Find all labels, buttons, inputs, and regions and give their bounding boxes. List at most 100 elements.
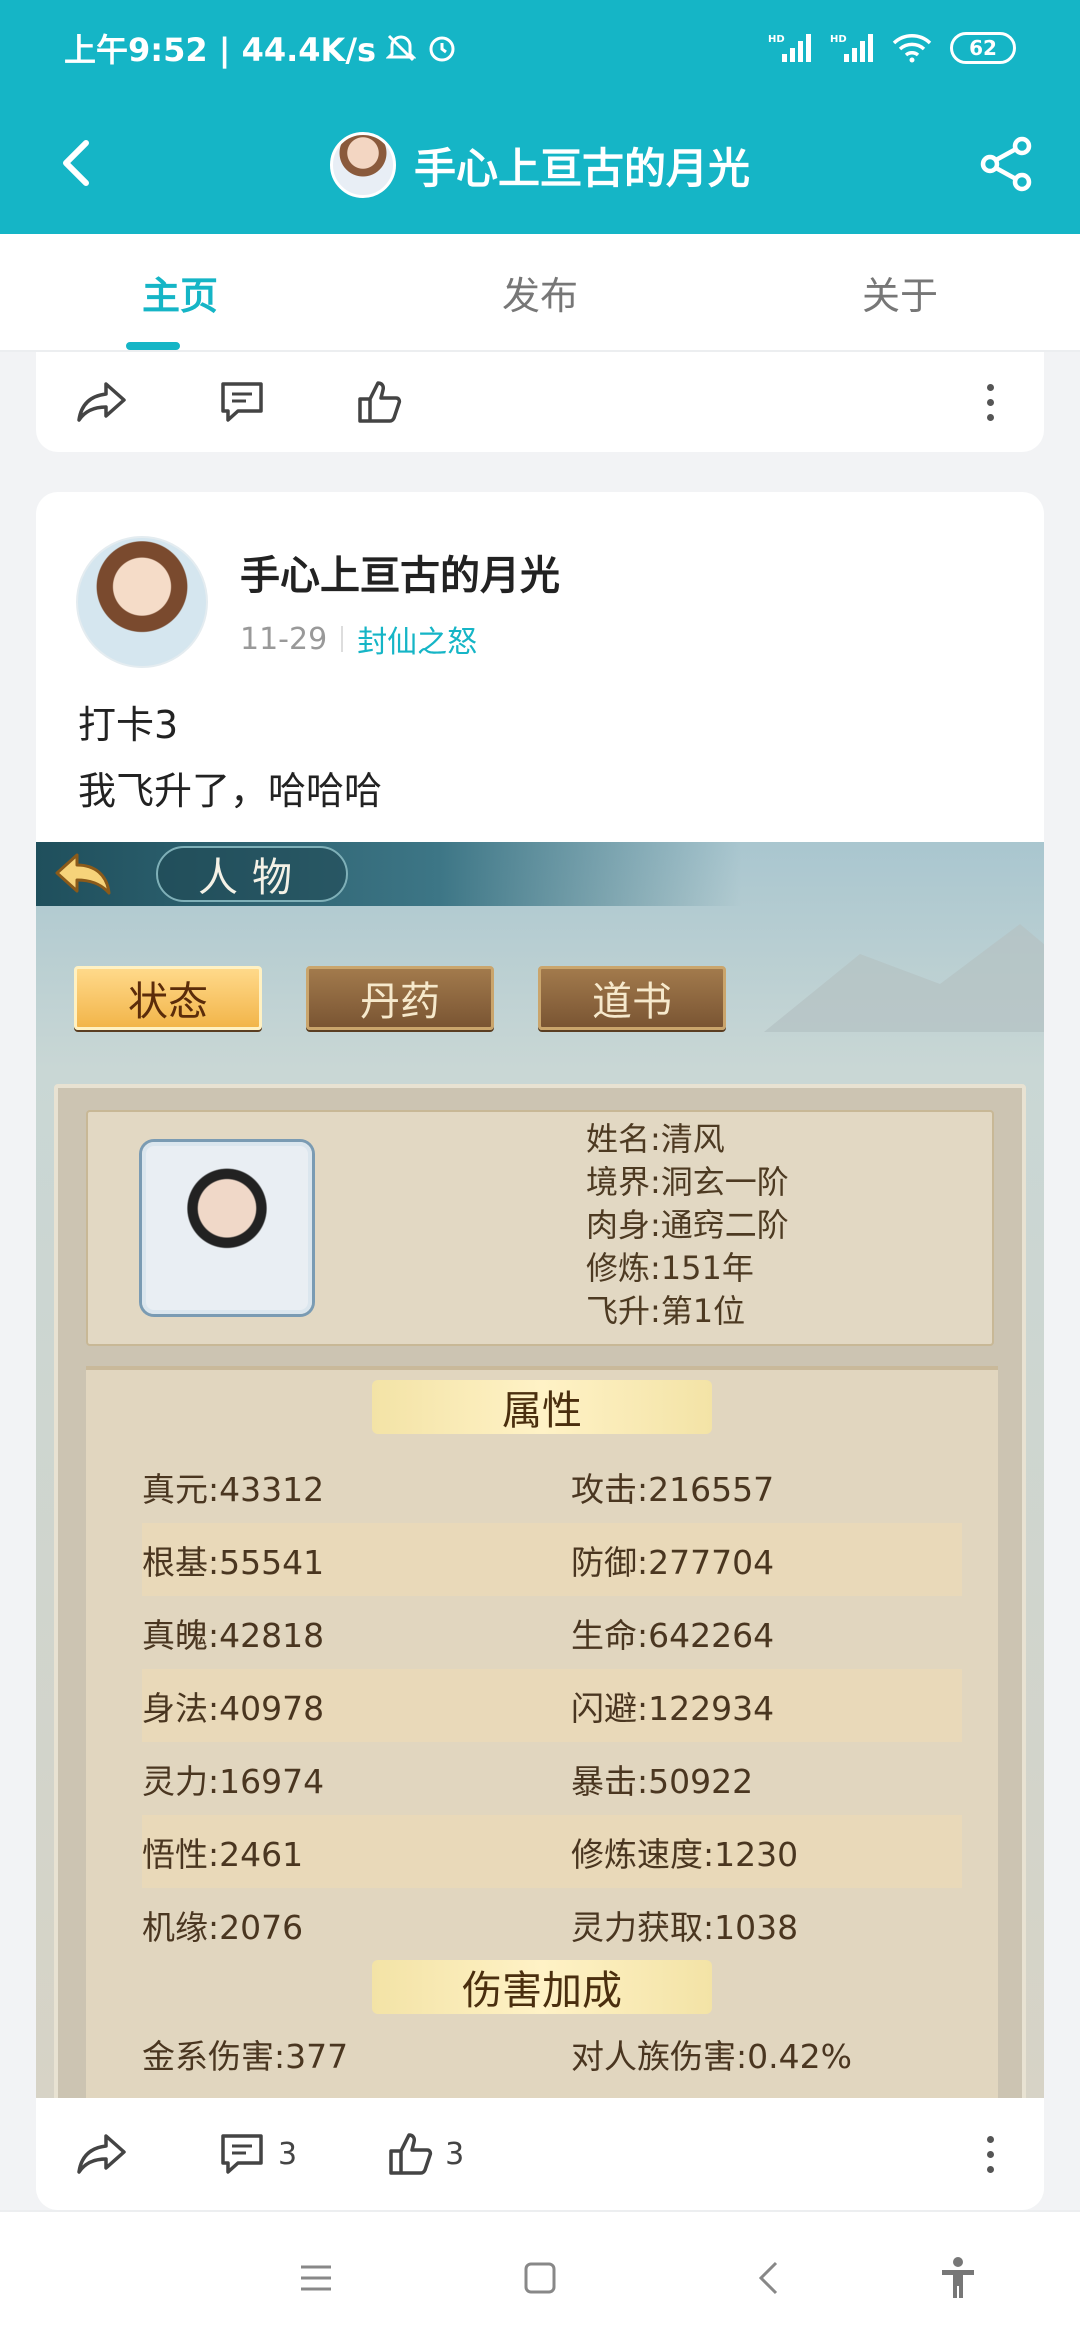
stat-row: 机缘:2076 灵力获取:1038 [142, 1888, 962, 1961]
stat-row: 根基:55541 防御:277704 [142, 1523, 962, 1596]
share-button[interactable] [968, 126, 1044, 202]
meta-divider [341, 626, 344, 652]
system-nav-bar [0, 2210, 1080, 2340]
forward-icon [77, 2134, 126, 2174]
more-options-button[interactable] [977, 374, 1004, 431]
status-bar: 上午9:52 | 44.4K/s HD HD 62 [0, 0, 1080, 96]
stat-right: 暴击:50922 [571, 1761, 754, 1801]
accessibility-button[interactable] [928, 2248, 988, 2308]
like-count: 3 [445, 2136, 465, 2172]
svg-text:HD: HD [830, 34, 847, 45]
section-title-damage: 伤害加成 [372, 1960, 712, 2014]
stat-left: 悟性:2461 [142, 1834, 304, 1874]
forward-button[interactable] [76, 380, 128, 424]
home-square-icon [524, 2262, 556, 2294]
tab-about[interactable]: 关于 [720, 234, 1080, 350]
stat-left: 机缘:2076 [142, 1907, 304, 1947]
stat-right: 生命:642264 [571, 1615, 775, 1655]
previous-post-card [36, 352, 1044, 452]
wifi-icon [892, 33, 932, 63]
svg-text:HD: HD [768, 34, 785, 45]
tab-home[interactable]: 主页 [0, 234, 360, 350]
tab-publish[interactable]: 发布 [360, 234, 720, 350]
stat-right: 修炼速度:1230 [571, 1834, 799, 1874]
page-title: 手心上亘古的月光 [413, 143, 750, 193]
menu-icon [301, 2265, 331, 2291]
share-icon [980, 136, 1032, 192]
comment-count: 3 [278, 2136, 298, 2172]
accessibility-icon [942, 2257, 974, 2298]
thumbs-up-icon [389, 2133, 433, 2175]
character-info: 姓名:清风 境界:洞玄一阶 肉身:通窍二阶 修炼:151年 飞升:第1位 [586, 1118, 789, 1333]
stat-left: 真元:43312 [142, 1469, 325, 1509]
mute-icon [386, 32, 417, 64]
comment-button[interactable] [218, 379, 266, 425]
char-realm: 境界:洞玄一阶 [586, 1163, 789, 1201]
back-chevron-icon [758, 2261, 778, 2295]
forward-icon [77, 382, 126, 422]
post-image[interactable]: 人物 状态 丹药 道书 姓名:清风 境界:洞玄一阶 肉身:通窍二阶 修炼:151… [36, 842, 1044, 2098]
post-text-line: 我飞升了，哈哈哈 [78, 769, 383, 813]
attribute-scroll: 属性 真元:43312 攻击:216557 根基:55541 防御:277704 真… [86, 1366, 998, 2098]
stat-right: 闪避:122934 [571, 1688, 775, 1728]
post-card: 手心上亘古的月光 11-29 封仙之怒 打卡3 我飞升了，哈哈哈 人物 状态 丹… [36, 492, 1044, 2210]
post-body: 打卡3 我飞升了，哈哈哈 [78, 692, 382, 824]
damage-row: 金系伤害:377 对人族伤害:0.42% [142, 2030, 962, 2078]
post-header: 手心上亘古的月光 11-29 封仙之怒 [76, 536, 560, 668]
post-date: 11-29 [240, 621, 328, 657]
stat-row: 真元:43312 攻击:216557 [142, 1450, 962, 1523]
character-portrait [142, 1142, 312, 1314]
stat-right: 防御:277704 [571, 1542, 775, 1582]
stat-row: 灵力:16974 暴击:50922 [142, 1742, 962, 1815]
app-bar: 手心上亘古的月光 [0, 96, 1080, 234]
signal-icon: HD [768, 32, 812, 64]
stat-row: 悟性:2461 修炼速度:1230 [142, 1815, 962, 1888]
author-name[interactable]: 手心上亘古的月光 [240, 543, 560, 601]
more-options-button[interactable] [977, 2126, 1004, 2183]
post-text-line: 打卡3 [78, 703, 179, 747]
game-back-icon [48, 848, 118, 900]
forward-button[interactable] [76, 2132, 128, 2176]
author-avatar[interactable] [76, 536, 208, 668]
post-actions: 3 3 [36, 2098, 1044, 2210]
char-name: 姓名:清风 [586, 1120, 725, 1158]
menu-button[interactable] [286, 2248, 346, 2308]
battery-indicator: 62 [950, 32, 1016, 64]
comment-icon [221, 2134, 263, 2174]
game-tabs: 状态 丹药 道书 [74, 966, 726, 1030]
mountain-decoration [764, 924, 1044, 1032]
stat-left: 根基:55541 [142, 1542, 325, 1582]
like-button[interactable]: 3 [387, 2131, 464, 2177]
signal-icon-2: HD [830, 32, 874, 64]
comment-icon [221, 382, 263, 422]
avatar[interactable] [329, 132, 396, 198]
stat-row: 身法:40978 闪避:122934 [142, 1669, 962, 1742]
back-button[interactable] [40, 128, 110, 198]
stats-table: 真元:43312 攻击:216557 根基:55541 防御:277704 真魄:4… [142, 1450, 962, 1961]
thumbs-up-icon [358, 381, 402, 423]
game-panel: 姓名:清风 境界:洞玄一阶 肉身:通窍二阶 修炼:151年 飞升:第1位 属性 … [54, 1084, 1026, 2098]
home-button[interactable] [510, 2248, 570, 2308]
char-body: 肉身:通窍二阶 [586, 1206, 789, 1244]
game-tab-books: 道书 [538, 966, 726, 1030]
section-title-attributes: 属性 [372, 1380, 712, 1434]
post-topic-link[interactable]: 封仙之怒 [357, 617, 477, 661]
comment-button[interactable]: 3 [218, 2131, 297, 2177]
game-title: 人物 [156, 846, 348, 902]
game-tab-status: 状态 [74, 966, 262, 1030]
nav-back-button[interactable] [738, 2248, 798, 2308]
character-info-box: 姓名:清风 境界:洞玄一阶 肉身:通窍二阶 修炼:151年 飞升:第1位 [86, 1110, 994, 1346]
alarm-icon [426, 32, 458, 64]
stat-right: 灵力获取:1038 [571, 1907, 799, 1947]
tab-bar: 主页 发布 关于 [0, 234, 1080, 352]
like-button[interactable] [356, 379, 402, 425]
char-cultivation: 修炼:151年 [586, 1249, 754, 1287]
stat-left: 真魄:42818 [142, 1615, 325, 1655]
stat-left: 身法:40978 [142, 1688, 325, 1728]
char-ascension: 飞升:第1位 [586, 1292, 746, 1330]
status-time: 上午9:52 | 44.4K/s [64, 31, 377, 69]
damage-left: 金系伤害:377 [142, 2037, 349, 2076]
stat-right: 攻击:216557 [571, 1469, 775, 1509]
game-tab-pills: 丹药 [306, 966, 494, 1030]
stat-row: 真魄:42818 生命:642264 [142, 1596, 962, 1669]
